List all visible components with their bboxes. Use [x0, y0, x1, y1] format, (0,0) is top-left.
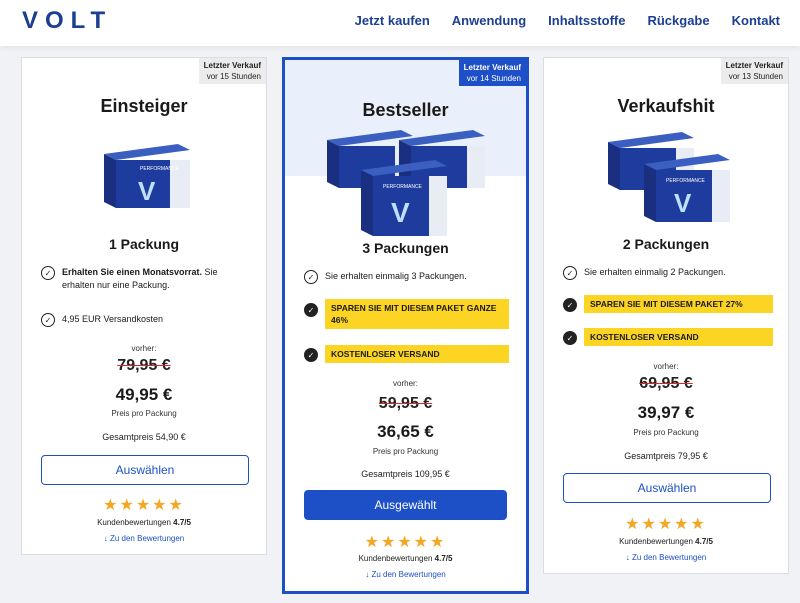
- feature-item-highlight: ✓ KOSTENLOSER VERSAND: [563, 328, 773, 346]
- old-price: 69,95 €: [639, 375, 693, 392]
- total-price: Gesamtpreis 109,95 €: [361, 469, 450, 479]
- rating-stars: ★★★★★: [103, 497, 185, 514]
- feature-item: ✓ 4,95 EUR Versandkosten: [41, 313, 251, 327]
- check-circle-icon: ✓: [41, 313, 55, 327]
- select-plan-button[interactable]: Auswählen: [41, 455, 249, 485]
- rating-stars: ★★★★★: [625, 516, 707, 533]
- previous-price-label: vorher:: [653, 362, 679, 371]
- plan-title: Bestseller: [362, 100, 449, 120]
- package-quantity: 3 Packungen: [362, 240, 449, 256]
- check-circle-icon: ✓: [563, 298, 577, 312]
- check-circle-icon: ✓: [304, 303, 318, 317]
- check-circle-icon: ✓: [304, 348, 318, 362]
- total-price: Gesamtpreis 79,95 €: [624, 451, 708, 461]
- old-price: 79,95 €: [117, 357, 171, 374]
- plan-card-verkaufshit[interactable]: Letzter Verkauf vor 13 Stunden Verkaufshi…: [543, 57, 789, 574]
- to-reviews-link[interactable]: ↓ Zu den Bewertungen: [22, 534, 266, 543]
- nav-jetzt-kaufen[interactable]: Jetzt kaufen: [355, 13, 430, 28]
- svg-text:V: V: [138, 176, 156, 206]
- check-circle-icon: ✓: [41, 266, 55, 280]
- last-sale-badge: Letzter Verkauf vor 15 Stunden: [198, 58, 266, 84]
- rating-summary: Kundenbewertungen 4.7/5: [619, 537, 713, 546]
- previous-price-label: vorher:: [393, 379, 418, 388]
- total-price: Gesamtpreis 54,90 €: [102, 432, 186, 442]
- feature-item: ✓ Sie erhalten einmalig 2 Packungen.: [563, 266, 773, 280]
- svg-text:PERFORMANCE: PERFORMANCE: [383, 184, 423, 190]
- feature-item: ✓ Erhalten Sie einen Monatsvorrat. Sie e…: [41, 266, 251, 292]
- feature-item: ✓ Sie erhalten einmalig 3 Packungen.: [304, 270, 509, 284]
- last-sale-badge: Letzter Verkauf vor 13 Stunden: [720, 58, 788, 84]
- plan-title: Verkaufshit: [617, 96, 715, 116]
- price-per-pack-label: Preis pro Packung: [633, 428, 699, 437]
- feature-item-highlight: ✓ SPAREN SIE MIT DIESEM PAKET 27%: [563, 295, 773, 313]
- nav-kontakt[interactable]: Kontakt: [732, 13, 780, 28]
- new-price: 36,65 €: [377, 422, 434, 441]
- rating-summary: Kundenbewertungen 4.7/5: [358, 554, 453, 563]
- product-box-image: PERFORMANCE V: [327, 130, 485, 236]
- svg-text:PERFORMANCE: PERFORMANCE: [140, 166, 180, 172]
- plan-card-bestseller[interactable]: Letzter Verkauf vor 14 Stunden Bestseller…: [282, 57, 529, 594]
- to-reviews-link[interactable]: ↓ Zu den Bewertungen: [285, 570, 526, 579]
- package-quantity: 1 Packung: [108, 236, 180, 252]
- feature-item-highlight: ✓ SPAREN SIE MIT DIESEM PAKET GANZE 46%: [304, 299, 509, 329]
- feature-item-highlight: ✓ KOSTENLOSER VERSAND: [304, 345, 509, 363]
- product-box-image: PERFORMANCE V: [104, 144, 190, 208]
- svg-text:V: V: [391, 197, 410, 228]
- plan-title: Einsteiger: [100, 96, 188, 116]
- check-circle-icon: ✓: [563, 266, 577, 280]
- brand-logo[interactable]: VOLT: [22, 7, 112, 35]
- rating-stars: ★★★★★: [364, 534, 447, 551]
- last-sale-badge: Letzter Verkauf vor 14 Stunden: [458, 60, 526, 86]
- main-nav: Jetzt kaufen Anwendung Inhaltsstoffe Rüc…: [355, 13, 780, 28]
- old-price: 59,95 €: [378, 395, 433, 412]
- check-circle-icon: ✓: [563, 331, 577, 345]
- price-per-pack-label: Preis pro Packung: [372, 447, 439, 456]
- rating-summary: Kundenbewertungen 4.7/5: [97, 518, 191, 527]
- package-quantity: 2 Packungen: [622, 236, 710, 252]
- select-plan-button[interactable]: Auswählen: [563, 473, 771, 503]
- price-per-pack-label: Preis pro Packung: [111, 409, 177, 418]
- nav-inhaltsstoffe[interactable]: Inhaltsstoffe: [548, 13, 625, 28]
- new-price: 39,97 €: [637, 403, 695, 422]
- nav-anwendung[interactable]: Anwendung: [452, 13, 526, 28]
- selected-plan-button[interactable]: Ausgewählt: [304, 490, 507, 520]
- new-price: 49,95 €: [115, 385, 173, 404]
- nav-rueckgabe[interactable]: Rückgabe: [647, 13, 709, 28]
- previous-price-label: vorher:: [131, 344, 157, 353]
- plan-card-einsteiger[interactable]: Letzter Verkauf vor 15 Stunden Einsteiger…: [21, 57, 267, 555]
- svg-text:V: V: [674, 188, 692, 218]
- product-box-image: PERFORMANCE V: [608, 132, 730, 222]
- check-circle-icon: ✓: [304, 270, 318, 284]
- to-reviews-link[interactable]: ↓ Zu den Bewertungen: [544, 553, 788, 562]
- svg-text:PERFORMANCE: PERFORMANCE: [666, 178, 706, 184]
- top-navigation-bar: VOLT Jetzt kaufen Anwendung Inhaltsstoff…: [0, 0, 800, 46]
